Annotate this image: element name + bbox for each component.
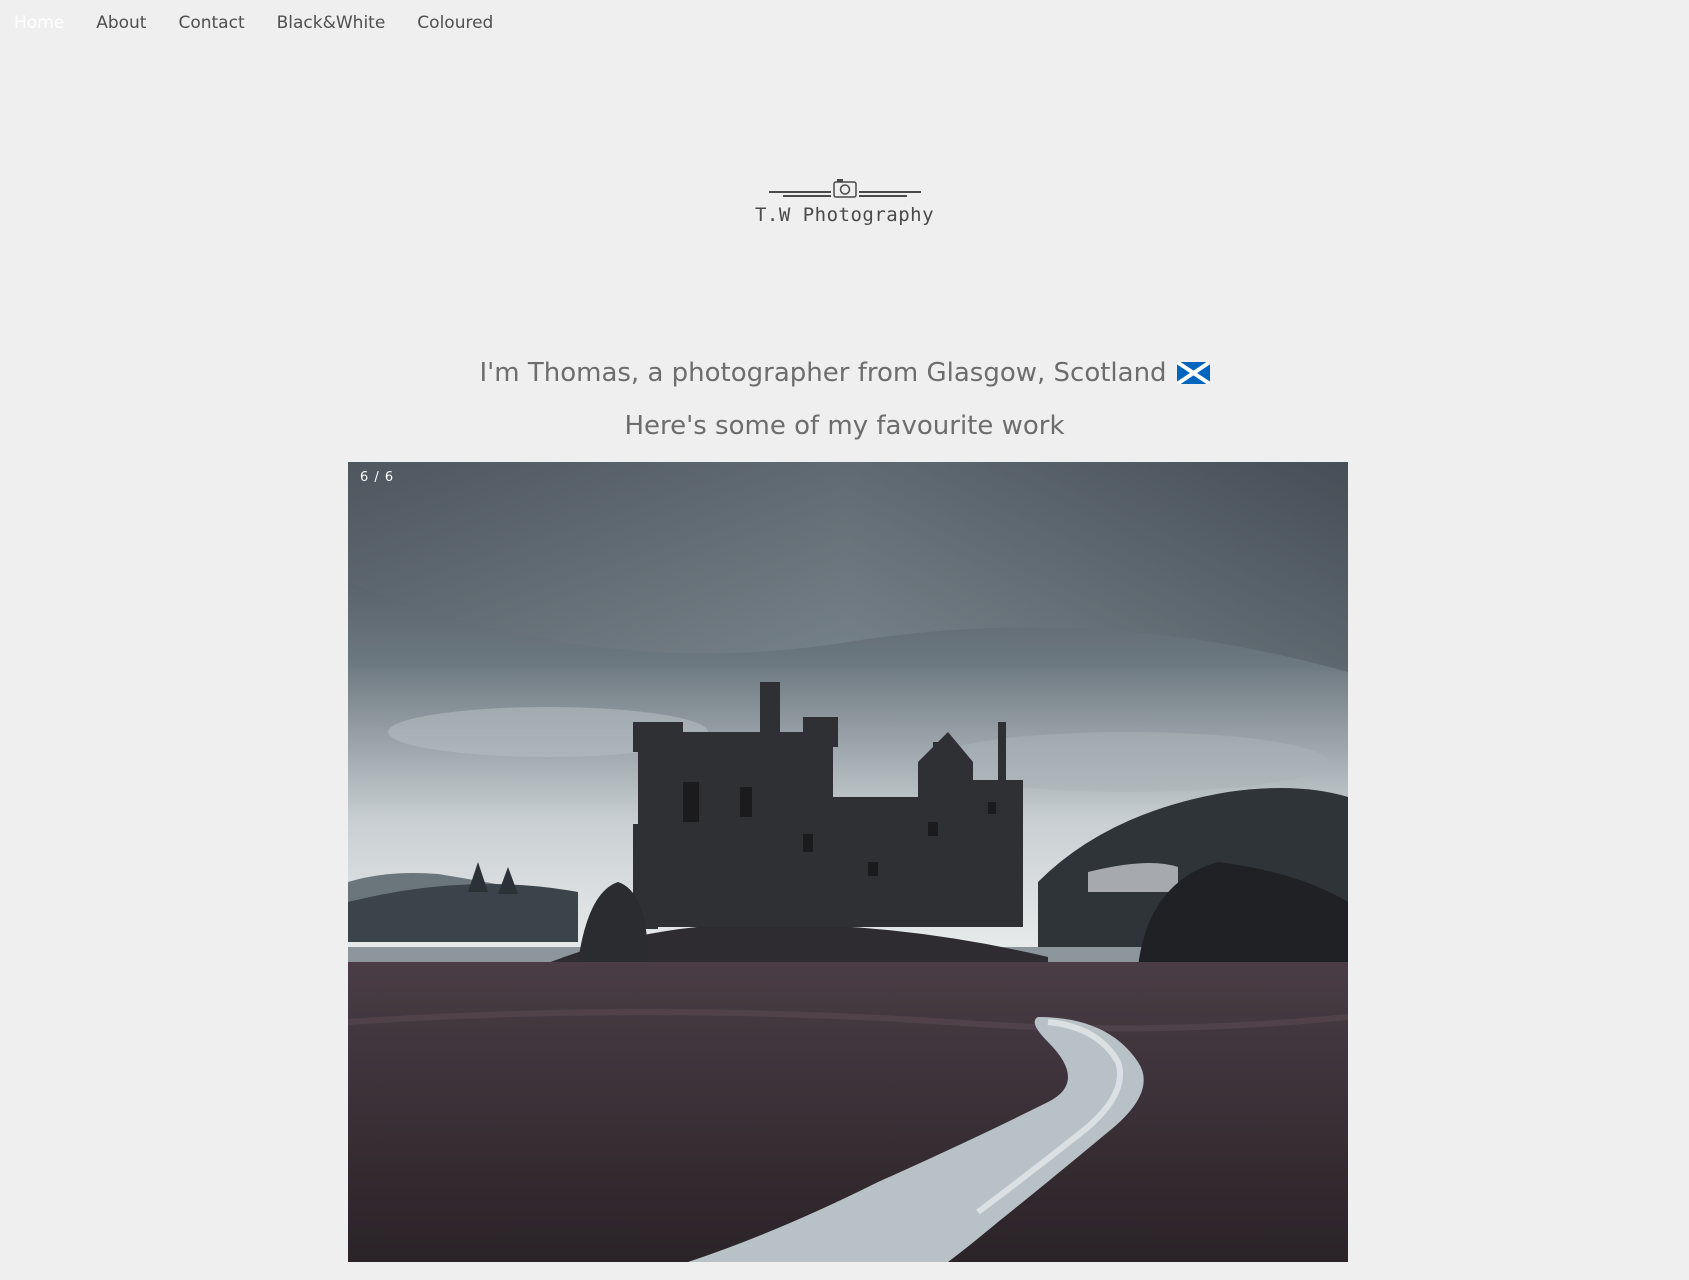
top-navigation: Home About Contact Black&White Coloured: [0, 0, 525, 46]
site-logo: T.W Photography: [0, 176, 1689, 226]
nav-blackwhite-link[interactable]: Black&White: [277, 13, 386, 33]
intro-line: I'm Thomas, a photographer from Glasgow,…: [0, 358, 1689, 388]
nav-contact-link[interactable]: Contact: [178, 13, 244, 33]
intro-subtext: Here's some of my favourite work: [624, 411, 1065, 441]
intro-text: I'm Thomas, a photographer from Glasgow,…: [479, 358, 1167, 388]
nav-coloured-link[interactable]: Coloured: [417, 13, 493, 33]
slide-image: [348, 462, 1348, 1262]
nav-home-link[interactable]: Home: [14, 13, 64, 33]
photo-slideshow[interactable]: 6 / 6: [348, 462, 1348, 1262]
camera-icon: [768, 179, 921, 198]
scotland-flag-icon: [1176, 362, 1210, 384]
nav-about-link[interactable]: About: [96, 13, 146, 33]
logo-text: T.W Photography: [754, 204, 935, 226]
slide-counter: 6 / 6: [360, 470, 395, 485]
